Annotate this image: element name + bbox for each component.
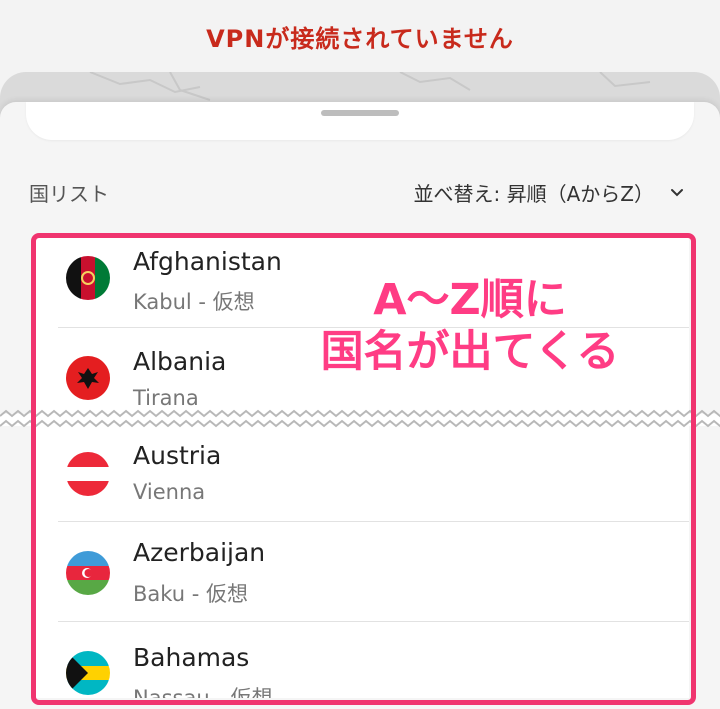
country-city: Tirana [133, 386, 199, 410]
annotation-text: A～Z順に 国名が出てくる [320, 275, 620, 377]
country-city: Kabul - 仮想 [133, 290, 255, 314]
sheet-header [26, 102, 694, 140]
list-break-marker [0, 409, 720, 428]
country-city: Vienna [133, 480, 206, 504]
country-row-azerbaijan[interactable]: Azerbaijan Baku - 仮想 [34, 522, 689, 622]
sheet-drag-handle[interactable] [321, 110, 399, 116]
country-name: Azerbaijan [133, 538, 266, 567]
country-row-austria[interactable]: Austria Vienna [34, 426, 689, 526]
country-name: Bahamas [133, 643, 250, 672]
country-city: Nassau - 仮想 [133, 686, 273, 698]
vpn-status-text: VPNが接続されていません [206, 25, 514, 53]
country-city: Baku - 仮想 [133, 582, 249, 606]
sort-dropdown[interactable]: 並べ替え: 昇順（AからZ） [414, 178, 684, 207]
bahamas-flag-icon [66, 651, 110, 695]
country-name: Austria [133, 441, 222, 470]
country-name: Afghanistan [133, 247, 282, 276]
austria-flag-icon [66, 452, 110, 496]
sort-label: 並べ替え: 昇順（AからZ） [413, 182, 654, 206]
albania-flag-icon [66, 356, 110, 400]
country-name: Albania [133, 347, 227, 376]
afghanistan-flag-icon [66, 256, 110, 300]
country-row-bahamas[interactable]: Bahamas Nassau - 仮想 [34, 622, 689, 698]
azerbaijan-flag-icon [66, 551, 110, 595]
country-list-title: 国リスト [29, 182, 109, 206]
chevron-down-icon [671, 188, 683, 196]
